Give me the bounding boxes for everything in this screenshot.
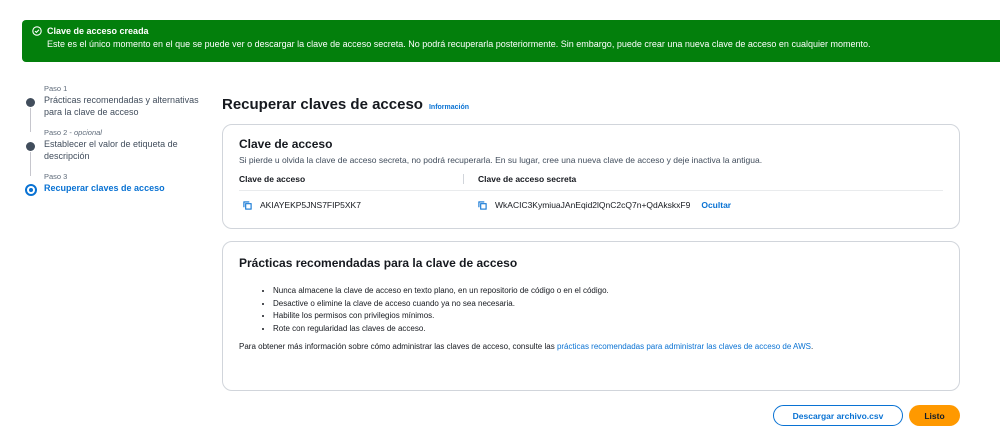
step-2-dot-icon — [26, 142, 35, 151]
banner-title: Clave de acceso creada — [32, 26, 990, 36]
column-header-secret-key: Clave de acceso secreta — [478, 174, 577, 184]
access-key-card-subtitle: Si pierde u olvida la clave de acceso se… — [239, 155, 763, 165]
done-button[interactable]: Listo — [909, 405, 960, 426]
secret-key-value: WkACIC3KymiuaJAnEqid2lQnC2cQ7n+QdAkskxF9 — [495, 200, 691, 210]
step-2[interactable]: Paso 2 - opcional Establecer el valor de… — [26, 128, 206, 176]
wizard-steps: Paso 1 Prácticas recomendadas y alternat… — [25, 84, 206, 204]
keys-table-header: Clave de acceso Clave de acceso secreta — [239, 174, 943, 191]
info-link[interactable]: Información — [429, 104, 469, 111]
page-title: Recuperar claves de acceso Información — [222, 96, 469, 113]
check-circle-icon — [32, 26, 42, 36]
access-key-value: AKIAYEKP5JNS7FIP5XK7 — [260, 200, 361, 210]
column-header-access-key: Clave de acceso — [239, 174, 464, 184]
best-practices-link[interactable]: prácticas recomendadas para administrar … — [557, 342, 811, 351]
copy-icon[interactable] — [243, 200, 252, 210]
step-2-number: Paso 2 - — [44, 128, 75, 137]
step-1-title: Prácticas recomendadas y alternativas pa… — [44, 95, 199, 117]
hide-secret-link[interactable]: Ocultar — [701, 200, 731, 210]
copy-icon[interactable] — [478, 200, 487, 210]
best-practices-footer: Para obtener más información sobre cómo … — [239, 342, 943, 351]
list-item: Habilite los permisos con privilegios mí… — [273, 311, 943, 321]
list-item: Nunca almacene la clave de acceso en tex… — [273, 286, 943, 296]
step-1-number: Paso 1 — [44, 84, 68, 93]
step-3-number: Paso 3 — [44, 172, 68, 181]
step-2-title: Establecer el valor de etiqueta de descr… — [44, 139, 178, 161]
banner-message: Este es el único momento en el que se pu… — [47, 39, 871, 49]
access-key-card: Clave de acceso Si pierde u olvida la cl… — [222, 124, 960, 229]
best-practices-card: Prácticas recomendadas para la clave de … — [222, 241, 960, 391]
step-3[interactable]: Paso 3 Recuperar claves de acceso — [25, 172, 206, 196]
step-1[interactable]: Paso 1 Prácticas recomendadas y alternat… — [26, 84, 206, 132]
list-item: Desactive o elimine la clave de acceso c… — [273, 299, 943, 309]
success-banner: Clave de acceso creada Este es el único … — [22, 20, 1000, 62]
footer-end: . — [810, 341, 814, 351]
footer-text: Para obtener más información sobre cómo … — [239, 341, 557, 351]
page-title-text: Recuperar claves de acceso — [222, 96, 423, 113]
banner-title-text: Clave de acceso creada — [47, 26, 149, 36]
step-2-optional: opcional — [74, 128, 102, 137]
list-item: Rote con regularidad las claves de acces… — [273, 324, 943, 334]
best-practices-list: Nunca almacene la clave de acceso en tex… — [239, 286, 943, 334]
step-3-active-dot-icon — [25, 184, 37, 196]
best-practices-title: Prácticas recomendadas para la clave de … — [239, 256, 518, 270]
step-1-dot-icon — [26, 98, 35, 107]
access-key-card-title: Clave de acceso — [239, 137, 333, 151]
step-3-title: Recuperar claves de acceso — [44, 183, 165, 193]
download-csv-button[interactable]: Descargar archivo.csv — [773, 405, 903, 426]
table-row: AKIAYEKP5JNS7FIP5XK7 WkACIC3KymiuaJAnEqi… — [239, 200, 943, 210]
